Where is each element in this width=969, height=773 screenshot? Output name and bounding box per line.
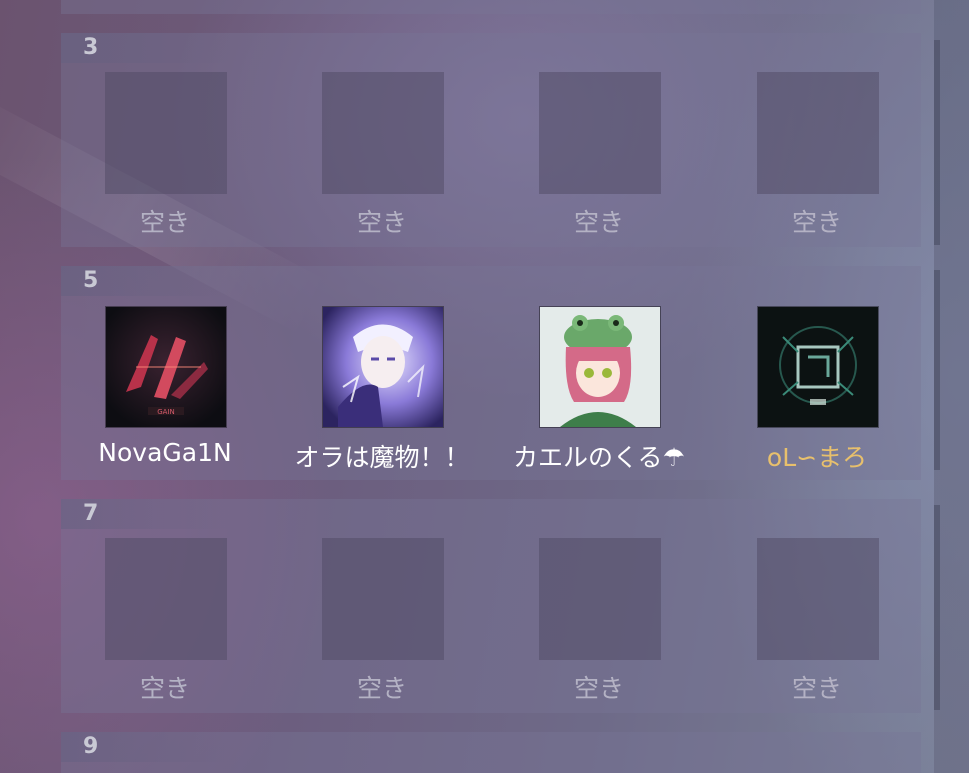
empty-slot[interactable] <box>322 538 444 660</box>
empty-slot[interactable] <box>757 538 879 660</box>
player-name: オラは魔物！！ <box>294 443 470 472</box>
slot-group-7: 7 空き 空き 空き 空き <box>61 499 921 713</box>
slot-group-9: 9 <box>61 732 921 773</box>
slot-label: 空き <box>139 208 190 237</box>
player-avatar-ora[interactable] <box>323 307 443 427</box>
slot-label: 空き <box>573 208 624 237</box>
empty-slot[interactable] <box>322 72 444 194</box>
player-avatar-kaeru[interactable] <box>540 307 660 427</box>
adjacent-column-edge <box>934 0 969 773</box>
slot-label: 空き <box>356 674 407 703</box>
slot-group-5: 5 GAIN NovaGa1N オラは魔物！！ カエルのくる☂ oL∽まろ <box>61 266 921 480</box>
empty-slot[interactable] <box>757 72 879 194</box>
frog-hat-girl-avatar-icon <box>540 307 660 427</box>
player-name: NovaGa1N <box>98 438 232 467</box>
group-number: 7 <box>61 499 231 529</box>
slot-label: 空き <box>139 674 190 703</box>
novagain-avatar-icon: GAIN <box>106 307 226 427</box>
slot-label: 空き <box>356 208 407 237</box>
empty-slot[interactable] <box>105 538 227 660</box>
player-avatar-novagain[interactable]: GAIN <box>106 307 226 427</box>
player-name-highlighted: oL∽まろ <box>766 443 868 472</box>
player-name: カエルのくる☂ <box>513 443 685 472</box>
slot-label: 空き <box>791 208 842 237</box>
slot-group-partial-top <box>61 0 921 14</box>
slot-label: 空き <box>573 674 624 703</box>
player-avatar-maro[interactable] <box>758 307 878 427</box>
dark-logo-avatar-icon <box>758 307 878 427</box>
empty-slot[interactable] <box>105 72 227 194</box>
empty-slot[interactable] <box>539 538 661 660</box>
svg-text:GAIN: GAIN <box>157 408 175 416</box>
slot-group-3: 3 空き 空き 空き 空き <box>61 33 921 247</box>
anime-boy-avatar-icon <box>323 307 443 427</box>
slot-label: 空き <box>791 674 842 703</box>
group-number: 3 <box>61 33 231 63</box>
group-number: 5 <box>61 266 231 296</box>
empty-slot[interactable] <box>539 72 661 194</box>
group-number: 9 <box>61 732 231 762</box>
